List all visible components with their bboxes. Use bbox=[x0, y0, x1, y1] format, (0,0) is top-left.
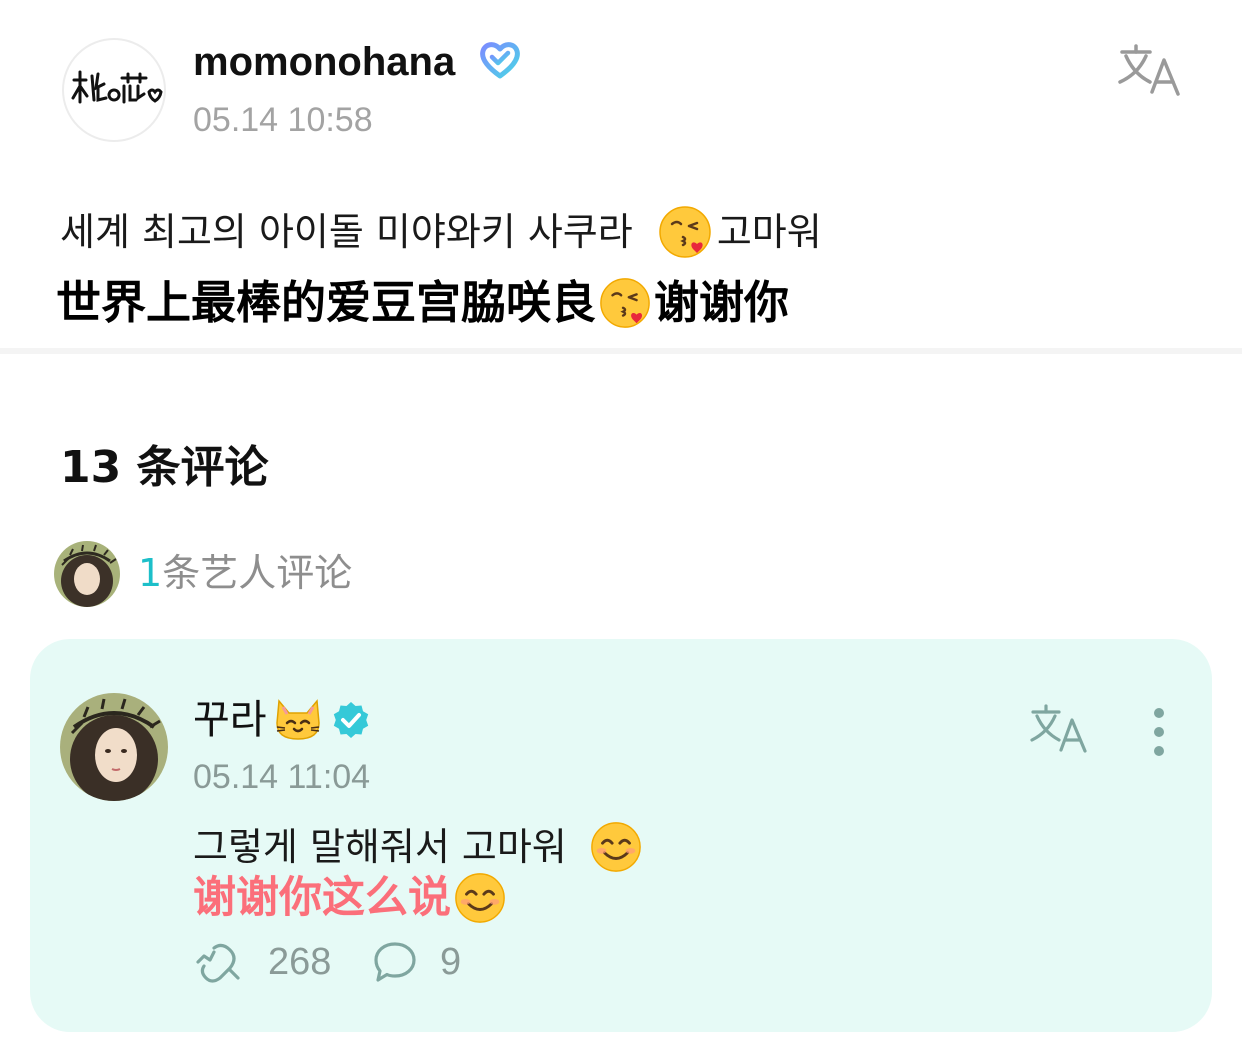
post-text-korean: 세계 최고의 아이돌 미야와키 사쿠라 고마워 bbox=[60, 204, 822, 260]
post-text-chinese: 世界上最棒的爱豆宫脇咲良 谢谢你 bbox=[56, 274, 789, 332]
post-text-chinese-main: 世界上最棒的爱豆宫脇咲良 bbox=[56, 276, 597, 329]
comment-timestamp: 05.14 11:04 bbox=[193, 758, 371, 796]
post-text-korean-tail: 고마워 bbox=[716, 210, 822, 254]
reply-count: 9 bbox=[440, 941, 462, 983]
momonohana-logo bbox=[71, 70, 163, 104]
comment-text-korean-main: 그렇게 말해줘서 고마워 bbox=[193, 825, 579, 869]
comment-text-chinese: 谢谢你这么说 bbox=[193, 870, 507, 926]
comment-text-korean: 그렇게 말해줘서 고마워 bbox=[193, 820, 643, 874]
translate-icon[interactable] bbox=[1028, 703, 1090, 755]
reply-button[interactable]: 9 bbox=[372, 938, 461, 986]
kissing-face-emoji-icon bbox=[659, 206, 711, 258]
verified-heart-icon bbox=[480, 42, 520, 79]
artist-comment-count: 1 bbox=[138, 551, 163, 595]
like-icon bbox=[196, 943, 240, 983]
comment-author-avatar[interactable] bbox=[60, 693, 168, 801]
cat-face-emoji-icon bbox=[275, 699, 320, 740]
artist-avatar-small[interactable] bbox=[54, 541, 120, 607]
post-timestamp: 05.14 10:58 bbox=[193, 101, 373, 139]
verified-badge-icon bbox=[333, 702, 368, 738]
comment-text-chinese-main: 谢谢你这么说 bbox=[193, 873, 451, 923]
post-text-chinese-tail: 谢谢你 bbox=[654, 276, 790, 329]
post-author-avatar[interactable] bbox=[62, 38, 166, 142]
post-text-korean-main: 세계 최고의 아이돌 미야와키 사쿠라 bbox=[60, 210, 645, 254]
artist-photo bbox=[60, 693, 168, 801]
like-count: 268 bbox=[268, 941, 332, 983]
more-options-icon[interactable] bbox=[1146, 704, 1172, 760]
post-author-username[interactable]: momonohana bbox=[193, 38, 455, 86]
like-button[interactable]: 268 bbox=[194, 938, 331, 986]
comment-bubble-icon bbox=[374, 942, 416, 982]
artist-comments-link[interactable]: 1条艺人评论 bbox=[138, 548, 352, 598]
comment-author-username[interactable]: 꾸라 bbox=[193, 694, 371, 746]
smiling-face-emoji-icon bbox=[591, 822, 641, 872]
comment-author-name: 꾸라 bbox=[193, 697, 267, 743]
artist-photo bbox=[54, 541, 120, 607]
comment-count-header: 13 条评论 bbox=[60, 442, 269, 493]
artist-comment-label: 条艺人评论 bbox=[162, 551, 353, 595]
smiling-face-emoji-icon bbox=[455, 873, 505, 923]
kissing-face-emoji-icon bbox=[600, 278, 650, 328]
section-divider bbox=[0, 348, 1242, 354]
translate-icon[interactable] bbox=[1116, 42, 1184, 98]
